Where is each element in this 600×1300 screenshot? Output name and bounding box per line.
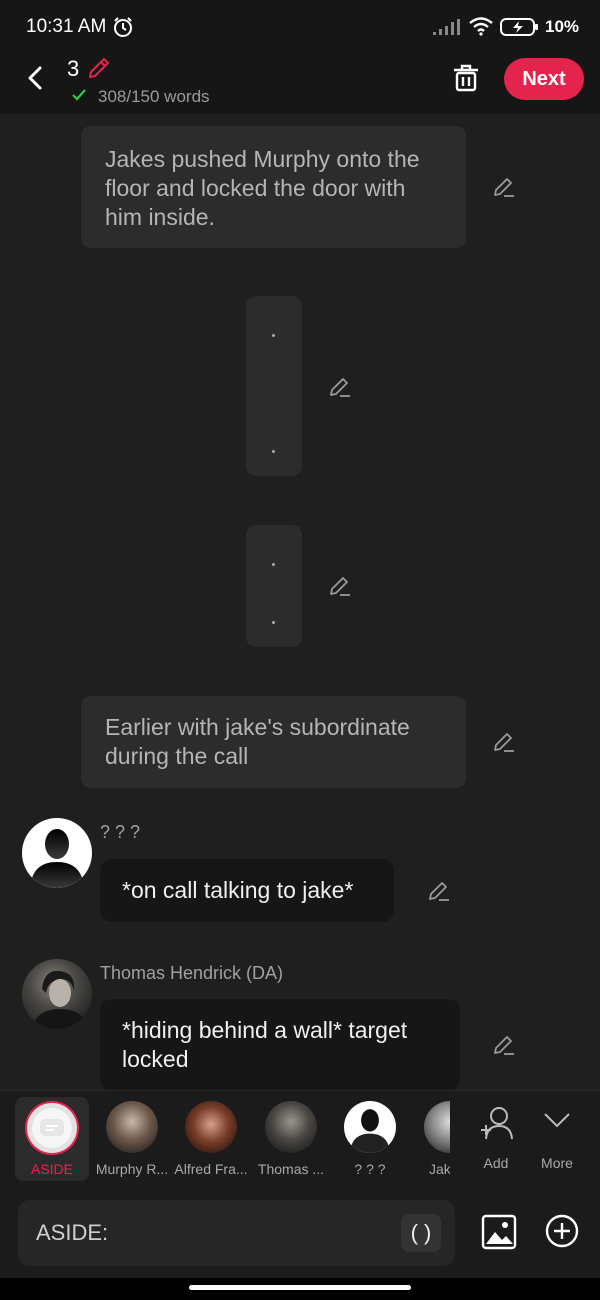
avatar: [424, 1101, 450, 1153]
word-count: 308/150 words: [98, 87, 210, 106]
narration-bubble[interactable]: Jakes pushed Murphy onto the floor and l…: [81, 126, 466, 248]
sender-name: Thomas Hendrick (DA): [100, 963, 284, 983]
status-bar: 10:31 AM 10%: [0, 0, 600, 52]
dot: [272, 334, 275, 337]
alarm-icon: [114, 17, 132, 37]
character-item[interactable]: Thomas ...: [251, 1091, 331, 1187]
image-icon[interactable]: [481, 1214, 517, 1250]
edit-icon[interactable]: [328, 375, 352, 399]
input-prefix: ASIDE:: [36, 1220, 109, 1245]
character-item[interactable]: Murphy R...: [92, 1091, 172, 1187]
character-selector: ASIDE Murphy R... Alfred Fra... Thomas .…: [0, 1090, 600, 1186]
edit-icon[interactable]: [328, 574, 352, 598]
dot: [272, 450, 275, 453]
status-time: 10:31 AM: [26, 16, 107, 37]
silhouette-icon: [349, 1109, 391, 1153]
narration-text: Earlier with jake's subordinate during t…: [105, 714, 410, 769]
more-button[interactable]: More: [517, 1091, 597, 1187]
message-bubble[interactable]: *hiding behind a wall* target locked: [100, 999, 460, 1091]
message-text: *hiding behind a wall* target locked: [122, 1017, 408, 1072]
dot: [272, 563, 275, 566]
pencil-icon[interactable]: [86, 55, 112, 81]
chat-bubble-icon: [40, 1119, 64, 1136]
page-count: 3: [67, 56, 80, 81]
character-name: Alfred Fra...: [174, 1161, 248, 1177]
aside-label: ASIDE: [30, 1161, 73, 1177]
battery-icon: [500, 18, 538, 36]
character-name: Jake F: [428, 1161, 450, 1177]
edit-icon[interactable]: [427, 879, 451, 903]
message-bubble[interactable]: *on call talking to jake*: [100, 859, 394, 922]
check-icon: [72, 89, 86, 101]
dot: [272, 621, 275, 624]
back-button[interactable]: [20, 60, 48, 96]
home-indicator[interactable]: [189, 1285, 411, 1290]
battery-percent: 10%: [545, 17, 580, 36]
message-input[interactable]: ASIDE: ( ): [18, 1200, 455, 1266]
chat-screen: 10:31 AM 10% 3 308/150 words Next Jakes …: [0, 0, 600, 1300]
sender-name: ? ? ?: [100, 822, 141, 842]
plus-circle-icon[interactable]: [545, 1214, 579, 1248]
wifi-icon: [469, 17, 493, 36]
next-button[interactable]: Next: [504, 58, 584, 100]
character-item[interactable]: Jake F: [410, 1091, 450, 1187]
add-person-icon: [481, 1107, 513, 1140]
message-text: *on call talking to jake*: [122, 877, 354, 903]
character-item[interactable]: Alfred Fra...: [171, 1091, 251, 1187]
aside-character[interactable]: ASIDE: [15, 1097, 89, 1181]
character-name: Murphy R...: [95, 1161, 169, 1177]
more-label: More: [541, 1155, 573, 1171]
top-bar: 3 308/150 words Next: [0, 52, 600, 114]
parentheses-button[interactable]: ( ): [401, 1214, 441, 1252]
aside-avatar: [25, 1101, 79, 1155]
avatar: [344, 1101, 396, 1153]
avatar: [185, 1101, 237, 1153]
edit-icon[interactable]: [492, 175, 516, 199]
character-name: ? ? ?: [354, 1161, 386, 1177]
avatar[interactable]: [22, 818, 92, 888]
edit-icon[interactable]: [492, 730, 516, 754]
avatar: [106, 1101, 158, 1153]
narration-text: Jakes pushed Murphy onto the floor and l…: [105, 146, 420, 230]
navigation-bar: [0, 1278, 600, 1300]
avatar: [265, 1101, 317, 1153]
character-portrait: [32, 970, 88, 1029]
character-name: Thomas ...: [257, 1161, 325, 1177]
narration-bubble[interactable]: Earlier with jake's subordinate during t…: [81, 696, 466, 788]
silhouette-icon: [30, 829, 84, 888]
chevron-down-icon: [544, 1113, 570, 1128]
edit-icon[interactable]: [492, 1033, 516, 1057]
empty-narration-bubble[interactable]: [246, 296, 302, 476]
input-bar: ASIDE: ( ): [0, 1186, 600, 1278]
character-item[interactable]: ? ? ?: [330, 1091, 410, 1187]
avatar[interactable]: [22, 959, 92, 1029]
signal-icon: [433, 19, 460, 35]
empty-narration-bubble[interactable]: [246, 525, 302, 647]
trash-icon[interactable]: [450, 62, 482, 94]
